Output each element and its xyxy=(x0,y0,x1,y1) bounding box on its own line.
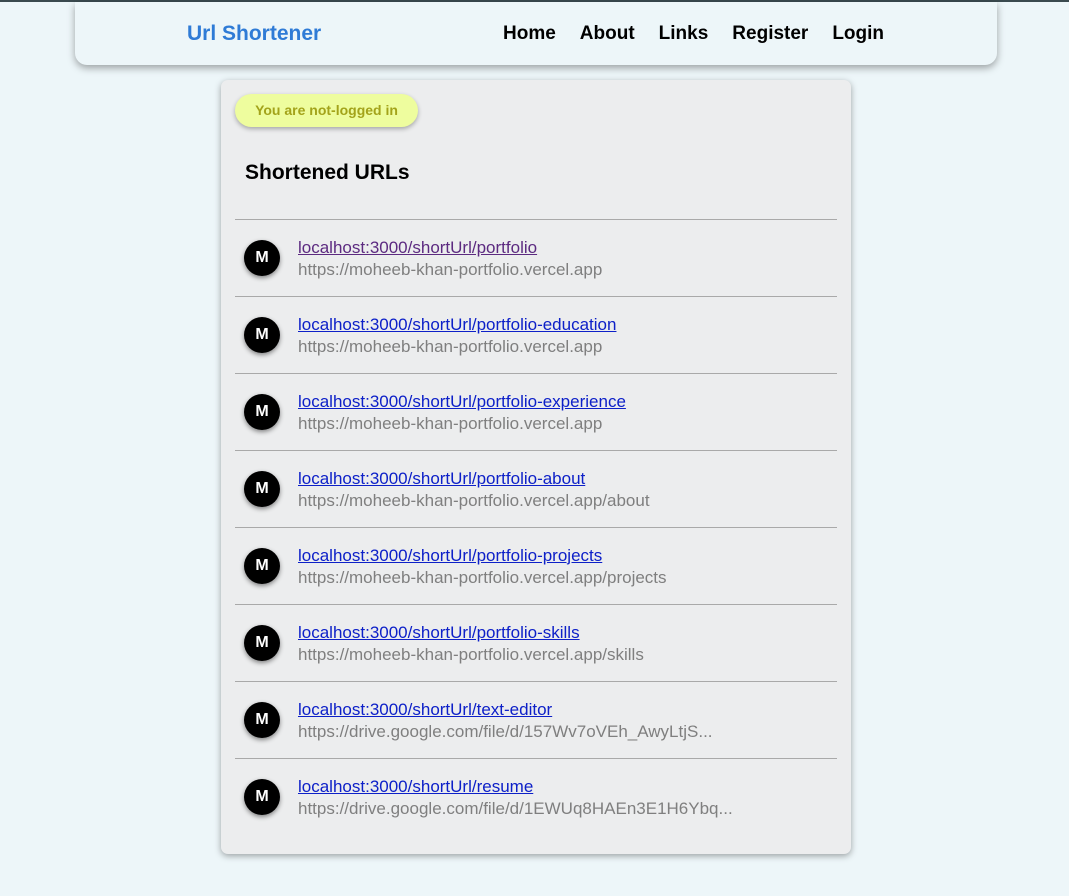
avatar: M xyxy=(244,471,280,507)
avatar: M xyxy=(244,702,280,738)
avatar: M xyxy=(244,548,280,584)
page-title: Shortened URLs xyxy=(245,161,410,184)
shortened-urls-card: You are not-logged in Shortened URLs M l… xyxy=(221,80,851,854)
original-url: https://drive.google.com/file/d/157Wv7oV… xyxy=(298,722,713,741)
short-url-link[interactable]: localhost:3000/shortUrl/resume xyxy=(298,777,533,797)
nav-link-about[interactable]: About xyxy=(580,23,635,45)
brand-logo-link[interactable]: Url Shortener xyxy=(187,22,321,46)
avatar: M xyxy=(244,317,280,353)
avatar: M xyxy=(244,394,280,430)
navbar: Url Shortener Home About Links Register … xyxy=(75,2,997,65)
short-url-link[interactable]: localhost:3000/shortUrl/portfolio xyxy=(298,238,537,258)
nav-link-login[interactable]: Login xyxy=(832,23,884,45)
login-status-badge: You are not-logged in xyxy=(235,94,418,127)
url-list-item: M localhost:3000/shortUrl/resume https:/… xyxy=(235,758,837,835)
original-url: https://moheeb-khan-portfolio.vercel.app… xyxy=(298,491,650,510)
nav-link-links[interactable]: Links xyxy=(659,23,709,45)
original-url: https://moheeb-khan-portfolio.vercel.app xyxy=(298,337,603,356)
nav-links: Home About Links Register Login xyxy=(503,23,884,45)
original-url: https://drive.google.com/file/d/1EWUq8HA… xyxy=(298,799,733,818)
url-list-item: M localhost:3000/shortUrl/portfolio http… xyxy=(235,219,837,296)
url-list-item: M localhost:3000/shortUrl/portfolio-expe… xyxy=(235,373,837,450)
original-url: https://moheeb-khan-portfolio.vercel.app… xyxy=(298,645,644,664)
short-url-link[interactable]: localhost:3000/shortUrl/portfolio-about xyxy=(298,469,585,489)
short-url-link[interactable]: localhost:3000/shortUrl/portfolio-educat… xyxy=(298,315,616,335)
avatar: M xyxy=(244,625,280,661)
original-url: https://moheeb-khan-portfolio.vercel.app xyxy=(298,260,603,279)
avatar: M xyxy=(244,240,280,276)
nav-link-register[interactable]: Register xyxy=(732,23,808,45)
url-list-item: M localhost:3000/shortUrl/portfolio-proj… xyxy=(235,527,837,604)
url-list-item: M localhost:3000/shortUrl/portfolio-educ… xyxy=(235,296,837,373)
short-url-link[interactable]: localhost:3000/shortUrl/portfolio-skills xyxy=(298,623,580,643)
short-url-link[interactable]: localhost:3000/shortUrl/portfolio-projec… xyxy=(298,546,602,566)
url-list: M localhost:3000/shortUrl/portfolio http… xyxy=(235,219,837,835)
avatar: M xyxy=(244,779,280,815)
original-url: https://moheeb-khan-portfolio.vercel.app… xyxy=(298,568,667,587)
url-list-item: M localhost:3000/shortUrl/portfolio-skil… xyxy=(235,604,837,681)
short-url-link[interactable]: localhost:3000/shortUrl/portfolio-experi… xyxy=(298,392,626,412)
nav-link-home[interactable]: Home xyxy=(503,23,556,45)
original-url: https://moheeb-khan-portfolio.vercel.app xyxy=(298,414,603,433)
url-list-item: M localhost:3000/shortUrl/portfolio-abou… xyxy=(235,450,837,527)
url-list-item: M localhost:3000/shortUrl/text-editor ht… xyxy=(235,681,837,758)
short-url-link[interactable]: localhost:3000/shortUrl/text-editor xyxy=(298,700,552,720)
